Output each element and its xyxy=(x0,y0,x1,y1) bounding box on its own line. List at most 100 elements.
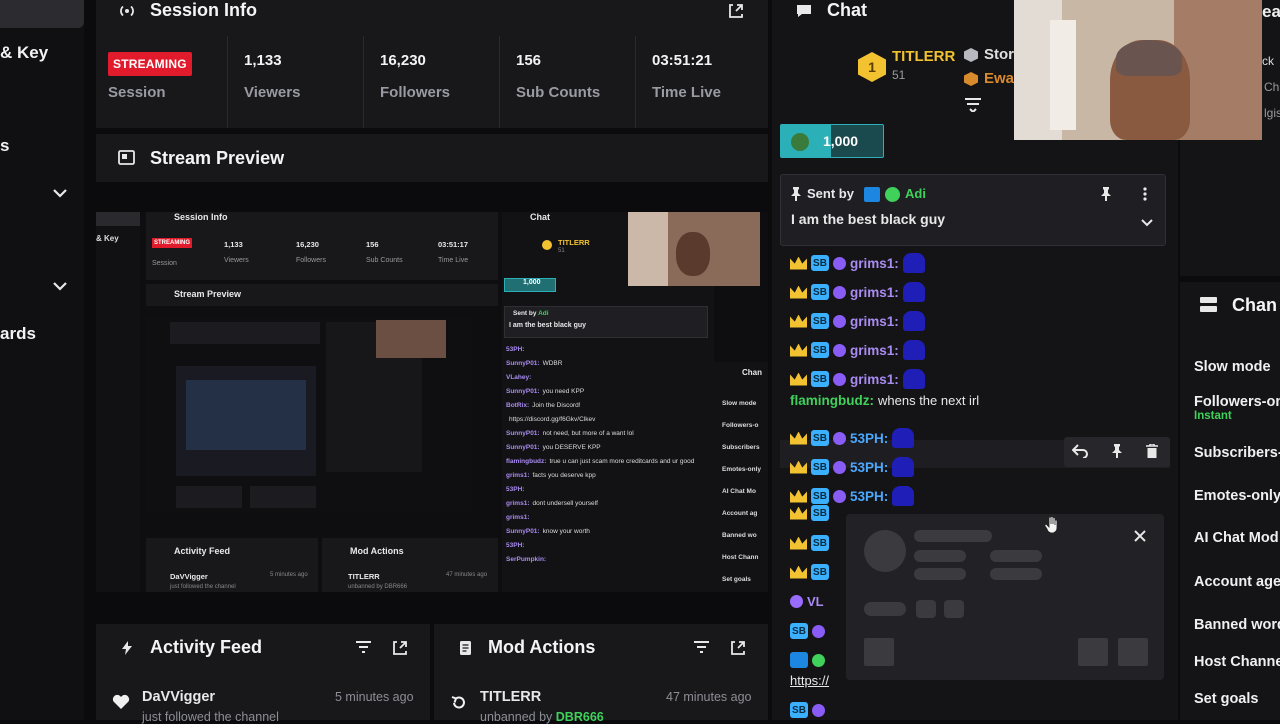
setting-set-goals[interactable]: Set goals xyxy=(1194,691,1258,707)
stat-label: Session xyxy=(108,84,166,101)
chat-line-partial: SB xyxy=(790,559,829,585)
mod-user[interactable]: TITLERR xyxy=(480,689,541,705)
top-user-3[interactable]: Ewa xyxy=(984,70,1014,87)
mini-chat-user: SunnyP01: xyxy=(506,388,540,395)
sidebar-item-key[interactable]: & Key xyxy=(0,43,48,63)
mini-stat-value: 16,230 xyxy=(296,240,319,249)
chat-message[interactable]: SB grims1: xyxy=(790,308,925,334)
chat-message[interactable]: SB 53PH: xyxy=(790,454,915,480)
chat-username[interactable]: 53PH: xyxy=(850,489,888,504)
badge-icon xyxy=(864,187,880,202)
emote-icon xyxy=(902,282,925,302)
more-vertical-icon[interactable] xyxy=(1143,187,1147,201)
sidebar-selected-item[interactable] xyxy=(0,0,84,28)
undo-icon xyxy=(450,694,468,712)
popout-icon[interactable] xyxy=(728,3,744,19)
mini-nested-preview xyxy=(146,316,472,512)
top-user-name[interactable]: TITLERR xyxy=(892,48,955,65)
chevron-down-icon[interactable] xyxy=(52,278,68,294)
close-icon[interactable] xyxy=(1134,530,1146,542)
verified-icon xyxy=(885,187,900,202)
chat-message[interactable]: SB 53PH: xyxy=(790,425,915,451)
chat-partial-user[interactable]: VL xyxy=(807,594,824,609)
popout-icon[interactable] xyxy=(730,640,746,656)
chevron-down-icon[interactable] xyxy=(52,185,68,201)
stream-preview-header: Stream Preview xyxy=(96,134,768,182)
mini-chat-text: know your worth xyxy=(542,528,590,535)
rank-3-badge xyxy=(964,72,978,86)
popout-icon[interactable] xyxy=(392,640,408,656)
top-user-2[interactable]: Stor xyxy=(984,46,1014,63)
heart-icon xyxy=(112,694,130,710)
pinned-text: I am the best black guy xyxy=(791,211,946,227)
chat-username[interactable]: grims1: xyxy=(850,343,899,358)
chat-row-actions xyxy=(1064,437,1170,467)
chat-line-partial: SB xyxy=(790,500,829,526)
chat-username[interactable]: flamingbudz: xyxy=(790,393,874,408)
chat-message[interactable]: SB grims1: xyxy=(790,279,925,305)
chat-username[interactable]: grims1: xyxy=(850,285,899,300)
setting-banned-words[interactable]: Banned word xyxy=(1194,617,1280,633)
setting-followers-only-value: Instant xyxy=(1194,410,1232,422)
chat-message[interactable]: flamingbudz: whens the next irl xyxy=(790,387,979,413)
mod-actor[interactable]: DBR666 xyxy=(556,710,604,724)
skeleton-avatar xyxy=(864,530,906,572)
goal-progress[interactable]: 1,000 xyxy=(780,124,884,158)
setting-subscribers-only[interactable]: Subscribers- xyxy=(1194,445,1280,461)
chat-username[interactable]: grims1: xyxy=(850,314,899,329)
mini-chat-text: not need, but more of a want lol xyxy=(542,430,634,437)
stat-time-live: 03:51:21 Time Live xyxy=(636,36,768,128)
pin-icon[interactable] xyxy=(1112,444,1122,458)
right-top-panel xyxy=(1180,140,1280,276)
mini-chat-user: SunnyP01: xyxy=(506,430,540,437)
mini-chat-user: grims1: xyxy=(506,472,530,479)
mini-preview-title: Stream Preview xyxy=(174,289,242,299)
pinned-message[interactable]: Sent by Adi I am the best black guy xyxy=(780,174,1166,246)
activity-user[interactable]: DaVVigger xyxy=(142,689,215,705)
mini-chat-user: 53PH: xyxy=(506,346,525,353)
mini-chat-user: SunnyP01: xyxy=(506,360,540,367)
chat-username[interactable]: grims1: xyxy=(850,256,899,271)
sidebar-item-rewards[interactable]: ards xyxy=(0,324,36,344)
setting-ai-chat-mod[interactable]: AI Chat Mod xyxy=(1194,530,1279,546)
mini-pinned: Sent by Adi I am the best black guy xyxy=(504,306,708,338)
pinned-user[interactable]: Adi xyxy=(905,186,926,201)
crown-badge-icon xyxy=(790,372,807,386)
chevron-down-icon[interactable] xyxy=(1141,219,1153,227)
filter-icon[interactable] xyxy=(356,641,371,653)
filter-icon[interactable] xyxy=(694,641,709,653)
sidebar-item-partial[interactable]: s xyxy=(0,136,9,156)
mini-streaming-badge: STREAMING xyxy=(152,238,192,248)
mini-chat-line: grims1: dont undersell yourself xyxy=(506,500,710,514)
mini-activity-time: 5 minutes ago xyxy=(270,572,308,578)
mini-setting-label: Slow mode xyxy=(722,400,757,407)
chat-username[interactable]: 53PH: xyxy=(850,460,888,475)
chat-message[interactable]: SB grims1: xyxy=(790,250,925,276)
mini-channel-settings: Chan Slow mode Followers-o Subscribers Emot… xyxy=(714,362,768,592)
mini-sidebar: & Key xyxy=(96,212,140,592)
mini-chat-text: dont undersell yourself xyxy=(532,500,598,507)
collapse-icon[interactable] xyxy=(964,98,982,112)
reply-icon[interactable] xyxy=(1072,444,1088,458)
chat-partial-link[interactable]: https:// xyxy=(790,673,829,688)
setting-followers-only[interactable]: Followers-on xyxy=(1194,394,1280,410)
emote-icon xyxy=(902,340,925,360)
setting-slow-mode[interactable]: Slow mode xyxy=(1194,359,1271,375)
chat-line-partial: SB xyxy=(790,618,825,644)
chat-username[interactable]: grims1: xyxy=(850,372,899,387)
sub-badge-icon: SB xyxy=(811,430,829,446)
user-avatar xyxy=(833,431,846,445)
chat-message[interactable]: SB grims1: xyxy=(790,337,925,363)
cursor-hand-icon xyxy=(1044,516,1060,534)
rank-badge: 1 xyxy=(858,52,886,82)
mini-mod-panel: Mod Actions TITLERR 47 minutes ago unban… xyxy=(322,538,498,592)
unpin-icon[interactable] xyxy=(1101,187,1111,201)
delete-icon[interactable] xyxy=(1146,444,1158,458)
chat-username[interactable]: 53PH: xyxy=(850,431,888,446)
partial-text: ea xyxy=(1262,2,1280,21)
setting-account-age[interactable]: Account age xyxy=(1194,574,1280,590)
setting-host-channel[interactable]: Host Channe xyxy=(1194,654,1280,670)
stream-preview-video[interactable]: & Key Session Info STREAMING Session 1,1… xyxy=(96,212,768,592)
setting-emotes-only[interactable]: Emotes-only xyxy=(1194,488,1280,504)
mini-pinned-user: Adi xyxy=(538,310,549,317)
